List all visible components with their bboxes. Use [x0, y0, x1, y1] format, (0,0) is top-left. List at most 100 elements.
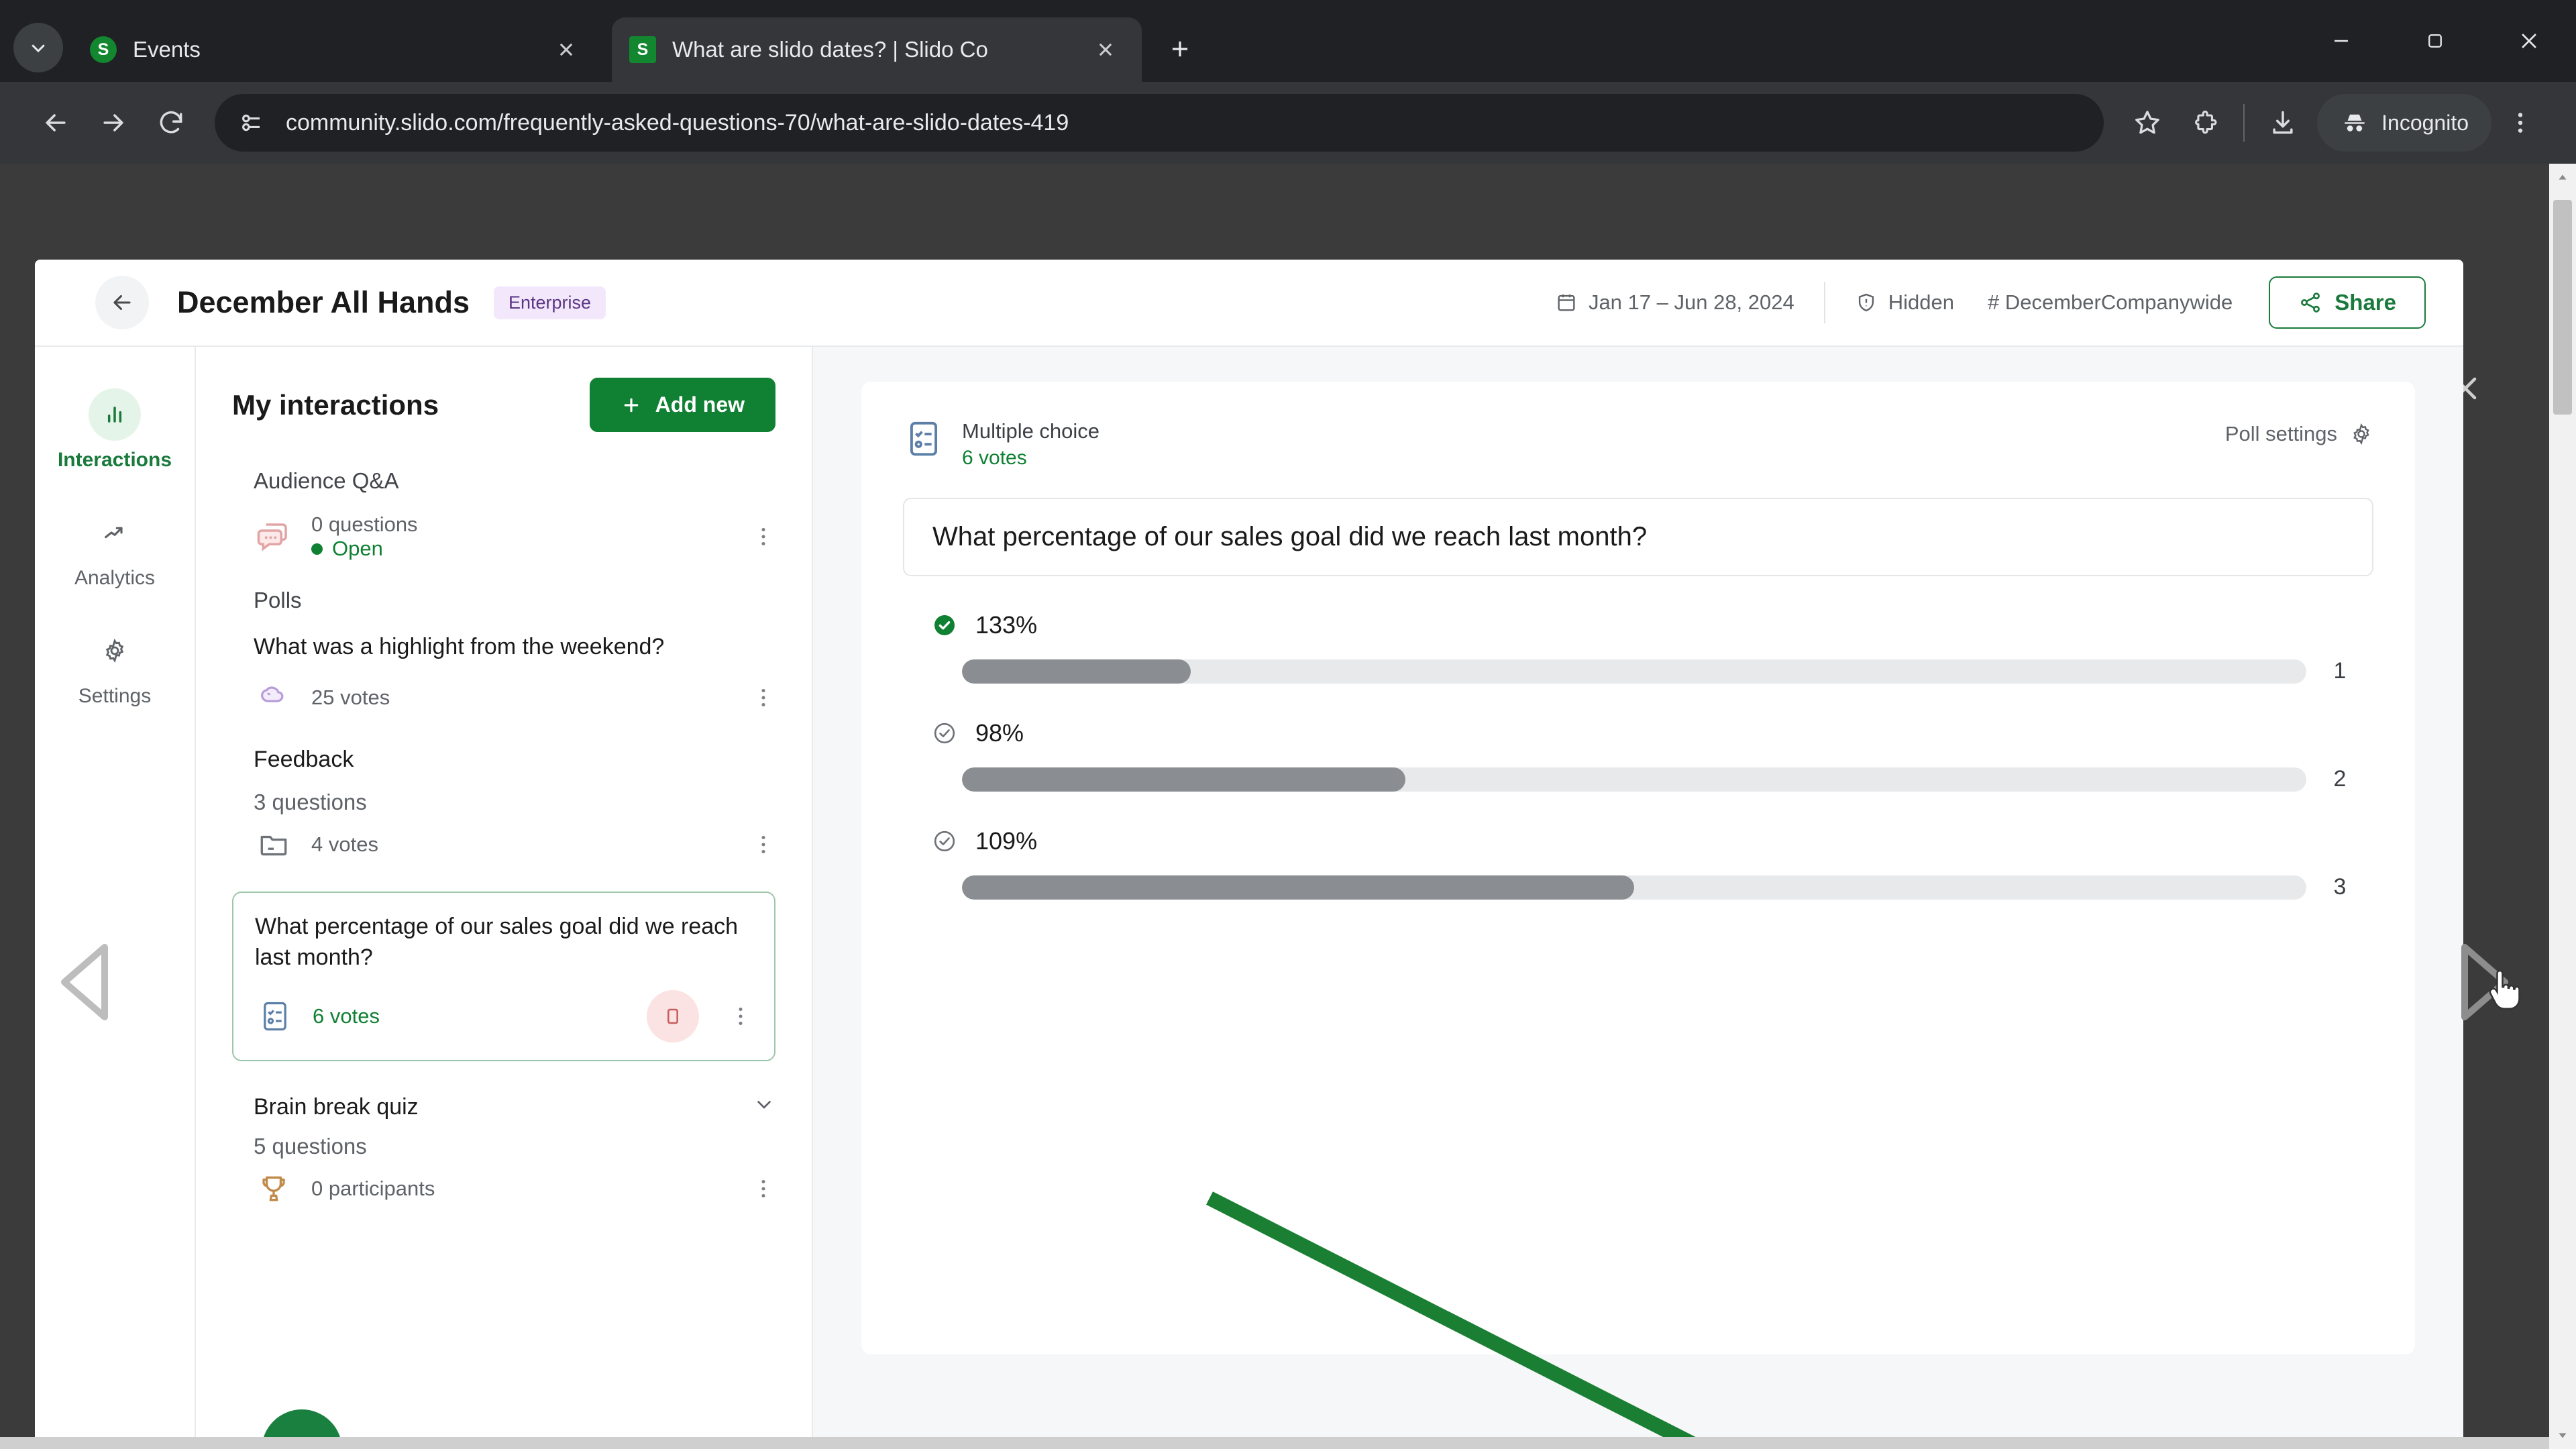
poll-option-2[interactable]: 98% 2: [903, 719, 2373, 792]
previous-slide-button[interactable]: [54, 938, 118, 1029]
nav-rail: Interactions Analytics Settings: [35, 347, 196, 1449]
poll-settings-button[interactable]: Poll settings: [2225, 418, 2373, 446]
maximize-button[interactable]: [2388, 0, 2482, 82]
new-tab-button[interactable]: [1157, 25, 1203, 72]
scroll-down-button[interactable]: [2549, 1422, 2576, 1449]
reload-button[interactable]: [142, 94, 200, 152]
list-item-poll-highlight[interactable]: What was a highlight from the weekend? 2…: [232, 632, 775, 718]
word-cloud-icon: [261, 686, 284, 702]
rail-item-settings[interactable]: Settings: [35, 612, 195, 731]
expand-quiz-button[interactable]: [753, 1093, 775, 1122]
rail-item-analytics[interactable]: Analytics: [35, 494, 195, 612]
group-label-audience-qa: Audience Q&A: [254, 468, 399, 493]
date-range-label: Jan 17 – Jun 28, 2024: [1588, 290, 1794, 314]
option-vote-count: 3: [2333, 874, 2347, 900]
list-item-menu-button[interactable]: [751, 833, 775, 857]
incognito-label: Incognito: [2381, 110, 2469, 135]
tab-events[interactable]: S Events: [72, 17, 602, 82]
interactions-header: My interactions Add new: [232, 378, 775, 432]
poll-question: What percentage of our sales goal did we…: [255, 914, 739, 970]
download-icon: [2273, 111, 2293, 134]
check-circle-outline-icon: [934, 723, 955, 744]
calendar-icon: [1558, 294, 1575, 311]
poll-option-track: [962, 875, 2306, 900]
add-new-button[interactable]: Add new: [589, 378, 775, 432]
three-dot-menu-icon: [2518, 113, 2523, 133]
page-scrollbar[interactable]: [2549, 164, 2576, 1449]
list-item-menu-button[interactable]: [751, 525, 775, 549]
poll-option-fill: [962, 767, 1406, 792]
slido-body: Interactions Analytics Settings My inter…: [35, 347, 2463, 1449]
extensions-button[interactable]: [2176, 94, 2234, 152]
tab-search-button[interactable]: [13, 23, 63, 72]
list-item-brain-break-quiz[interactable]: Brain break quiz 5 questions 0 participa…: [232, 1092, 775, 1209]
present-icon: [667, 1008, 678, 1024]
plus-icon: [1172, 41, 1188, 57]
poll-question-box[interactable]: What percentage of our sales goal did we…: [903, 498, 2373, 577]
group-label-polls: Polls: [254, 588, 302, 612]
rail-item-interactions[interactable]: Interactions: [35, 376, 195, 494]
list-item-menu-button[interactable]: [729, 1004, 753, 1028]
quiz-title-row: Brain break quiz: [254, 1092, 775, 1123]
panel-title: My interactions: [232, 388, 439, 421]
horizontal-scrollbar[interactable]: [0, 1437, 2549, 1449]
vote-count: 25 votes: [311, 685, 390, 709]
browser-menu-button[interactable]: [2491, 94, 2549, 152]
list-item-feedback[interactable]: Feedback 3 questions 4 votes: [232, 745, 775, 865]
three-dot-menu-icon: [761, 527, 765, 546]
window-controls: [2294, 0, 2576, 82]
vote-count: 4 votes: [311, 833, 378, 857]
bookmark-button[interactable]: [2118, 94, 2176, 152]
forward-button[interactable]: [85, 94, 142, 152]
trend-up-icon-wrap: [89, 506, 141, 559]
event-date-range[interactable]: Jan 17 – Jun 28, 2024: [1555, 290, 1794, 315]
scroll-up-button[interactable]: [2549, 164, 2576, 191]
scrollbar-thumb[interactable]: [2553, 200, 2572, 415]
downloads-button[interactable]: [2254, 94, 2312, 152]
trophy-icon: [262, 1176, 285, 1201]
add-new-label: Add new: [655, 392, 745, 417]
list-item-audience-qa[interactable]: 0 questions Open: [232, 513, 775, 561]
page-content: 3. Click your Start and End date to chan…: [0, 164, 2576, 1449]
slido-app: December All Hands Enterprise Jan 17 – J…: [35, 260, 2463, 1449]
list-item-meta-block: 0 questions Open: [311, 513, 418, 561]
survey-folder-icon: [260, 835, 287, 856]
option-label: 133%: [975, 611, 1038, 639]
list-item-menu-button[interactable]: [751, 1177, 775, 1201]
gear-icon: [105, 639, 124, 663]
back-button[interactable]: [27, 94, 85, 152]
site-settings-icon[interactable]: [237, 108, 267, 138]
incognito-indicator[interactable]: Incognito: [2317, 94, 2491, 152]
rail-label: Analytics: [74, 567, 156, 589]
close-icon: [559, 43, 573, 56]
tab-close-button[interactable]: [547, 31, 585, 68]
tab-title: Events: [133, 37, 201, 62]
group-title-feedback: Feedback: [254, 746, 354, 772]
address-bar[interactable]: community.slido.com/frequently-asked-que…: [215, 94, 2104, 152]
multiple-choice-icon: [264, 1002, 286, 1031]
poll-option-1[interactable]: 133% 1: [903, 611, 2373, 684]
chevron-down-icon: [757, 1101, 771, 1110]
plan-badge: Enterprise: [493, 286, 606, 319]
poll-option-3[interactable]: 109% 3: [903, 827, 2373, 900]
present-poll-button[interactable]: [647, 990, 699, 1043]
share-label: Share: [2334, 290, 2396, 315]
close-window-button[interactable]: [2482, 0, 2576, 82]
poll-option-fill: [962, 875, 1634, 900]
close-icon: [1099, 43, 1112, 56]
minimize-button[interactable]: [2294, 0, 2388, 82]
three-dot-menu-icon: [761, 836, 765, 854]
tab-close-button[interactable]: [1087, 31, 1124, 68]
vote-count: 6 votes: [313, 1004, 380, 1028]
poll-type-label: Multiple choice: [962, 419, 1100, 443]
slido-favicon: S: [90, 36, 117, 63]
back-to-events-button[interactable]: [95, 276, 149, 329]
poll-question: What was a highlight from the weekend?: [254, 634, 665, 659]
list-item-menu-button[interactable]: [751, 686, 775, 710]
event-hashtag[interactable]: # DecemberCompanywide: [1988, 290, 2233, 315]
visibility-status[interactable]: Hidden: [1855, 290, 1954, 315]
quiz-question-count: 5 questions: [254, 1133, 367, 1159]
list-item-selected-poll[interactable]: What percentage of our sales goal did we…: [232, 892, 775, 1062]
tab-slido-community[interactable]: S What are slido dates? | Slido Co: [612, 17, 1142, 82]
share-button[interactable]: Share: [2269, 276, 2426, 329]
